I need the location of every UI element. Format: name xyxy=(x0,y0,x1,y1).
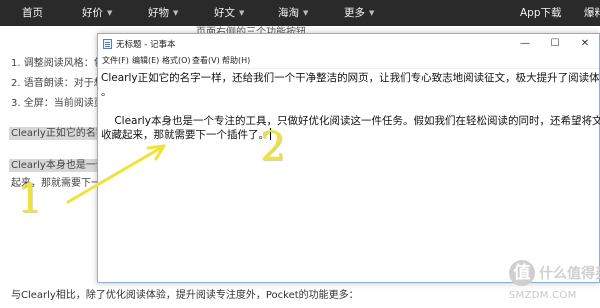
nav-submit[interactable]: 爆料 xyxy=(584,0,600,26)
article-list-item: 1. 调整阅读风格：包 xyxy=(11,58,104,69)
nav-deals[interactable]: 好价 ▼ xyxy=(82,0,112,26)
article-list-item: 2. 语音朗读：对于想 xyxy=(11,78,104,89)
nav-app-download[interactable]: App下载 xyxy=(520,0,562,26)
annotation-arrow xyxy=(66,144,166,204)
close-button[interactable]: ✕ xyxy=(571,34,599,54)
notepad-menubar: 文件(F) 编辑(E) 格式(O) 查看(V) 帮助(H) xyxy=(98,54,599,68)
smzdm-watermark: 值 什么值得买 SMZDM.COM xyxy=(507,258,600,304)
chevron-down-icon: ▼ xyxy=(107,9,113,17)
annotation-number-two: 2 xyxy=(260,124,286,170)
nav-goods[interactable]: 好物 ▼ xyxy=(148,0,178,26)
text-line: Clearly正如它的名字一样，还给我们一个干净整洁的网页，让我们专心致志地阅读… xyxy=(101,72,600,84)
article-bottom-line: 与Clearly相比，除了优化阅读体验，提升阅读专注度外，Pocket的功能更多… xyxy=(11,290,359,301)
smzdm-logo-icon: 值 xyxy=(509,260,535,286)
nav-home[interactable]: 首页 xyxy=(22,0,43,26)
watermark-url: SMZDM.COM xyxy=(509,290,577,301)
maximize-button[interactable]: ☐ xyxy=(541,34,569,54)
chevron-down-icon: ▼ xyxy=(173,9,179,17)
menu-file[interactable]: 文件(F) xyxy=(102,55,129,66)
menu-format[interactable]: 格式(O) xyxy=(162,55,191,66)
menu-edit[interactable]: 编辑(E) xyxy=(132,55,159,66)
notepad-icon xyxy=(103,39,112,49)
nav-more[interactable]: 更多 ▼ xyxy=(344,0,374,26)
window-title: 无标题 - 记事本 xyxy=(116,40,176,50)
minimize-button[interactable]: — xyxy=(511,34,539,54)
text-line: 。 xyxy=(101,86,112,98)
article-list-item: 3. 全屏：当前阅读页 xyxy=(11,98,104,109)
menu-help[interactable]: 帮助(H) xyxy=(222,55,250,66)
text-line: Clearly本身也是一个专注的工具，只做好优化阅读这一件任务。假如我们在轻松阅… xyxy=(101,115,600,127)
menu-view[interactable]: 查看(V) xyxy=(192,55,220,66)
chevron-down-icon: ▼ xyxy=(369,9,375,17)
notepad-titlebar[interactable]: 无标题 - 记事本 — ☐ ✕ xyxy=(98,34,599,54)
annotation-number-one: 1 xyxy=(17,176,43,222)
watermark-text: 什么值得买 xyxy=(539,266,600,282)
